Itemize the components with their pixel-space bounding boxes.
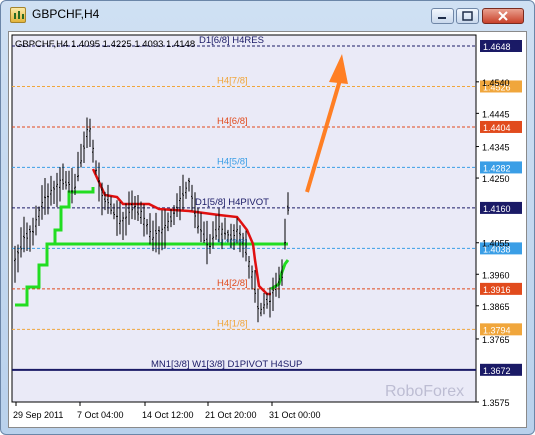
date-tick-label: 21 Oct 20:00 (205, 410, 257, 420)
date-tick-label: 14 Oct 12:00 (142, 410, 194, 420)
price-tag-label: 1.4404 (483, 123, 511, 133)
maximize-icon (462, 11, 473, 21)
price-tick-label: 1.3575 (482, 398, 510, 408)
date-tick-label: 29 Sep 2011 (13, 410, 63, 420)
price-tag-label: 1.4282 (483, 163, 511, 173)
level-label: H4[5/8] (217, 156, 248, 167)
title-bar[interactable]: GBPCHF,H4 (1, 1, 534, 29)
minimize-button[interactable] (431, 8, 454, 24)
price-tick-label: 1.3765 (482, 335, 510, 345)
chart-app-icon (10, 7, 26, 23)
level-label: H4[6/8] (217, 116, 248, 127)
price-tick-label: 1.4345 (482, 143, 510, 153)
level-label: D1[6/8] H4RES (199, 35, 264, 46)
price-tick-label: 1.4445 (482, 109, 510, 119)
chart-window: GBPCHF,H4 D1[6/8] H4RES 1.4648 H4[7/8] 1.45… (0, 0, 535, 435)
chart-area[interactable]: D1[6/8] H4RES 1.4648 H4[7/8] 1.4526 H4[6/8] 1… (8, 31, 527, 428)
price-tag-label: 1.4648 (483, 42, 511, 52)
maximize-button[interactable] (456, 8, 479, 24)
symbol-info: GBPCHF,H4 1.4095 1.4225 1.4093 1.4148 (15, 39, 195, 50)
close-button[interactable] (482, 8, 524, 24)
price-tick-label: 1.3960 (482, 270, 510, 280)
level-label: H4[2/8] (217, 278, 248, 289)
close-icon (498, 11, 508, 21)
price-tick-label: 1.4055 (482, 239, 510, 249)
price-tick-label: 1.4540 (482, 78, 510, 88)
price-tag-label: 1.3916 (483, 285, 511, 295)
price-tick-label: 1.3865 (482, 302, 510, 312)
level-label: MN1[3/8] W1[3/8] D1PIVOT H4SUP (151, 359, 302, 370)
price-tag-label: 1.4160 (483, 204, 511, 214)
date-tick-label: 31 Oct 00:00 (269, 410, 321, 420)
watermark-text: RoboForex (385, 383, 464, 400)
date-tick-label: 7 Oct 04:00 (77, 410, 124, 420)
price-tag-label: 1.3794 (483, 325, 511, 335)
price-tag-label: 1.3672 (483, 366, 511, 376)
price-tick-label: 1.4250 (482, 174, 510, 184)
window-title: GBPCHF,H4 (32, 7, 100, 21)
plot-background (11, 34, 477, 403)
level-label: H4[7/8] (217, 75, 248, 86)
minimize-icon (438, 17, 446, 19)
level-label: D1[5/8] H4PIVOT (195, 197, 269, 208)
level-label: H4[1/8] (217, 318, 248, 329)
